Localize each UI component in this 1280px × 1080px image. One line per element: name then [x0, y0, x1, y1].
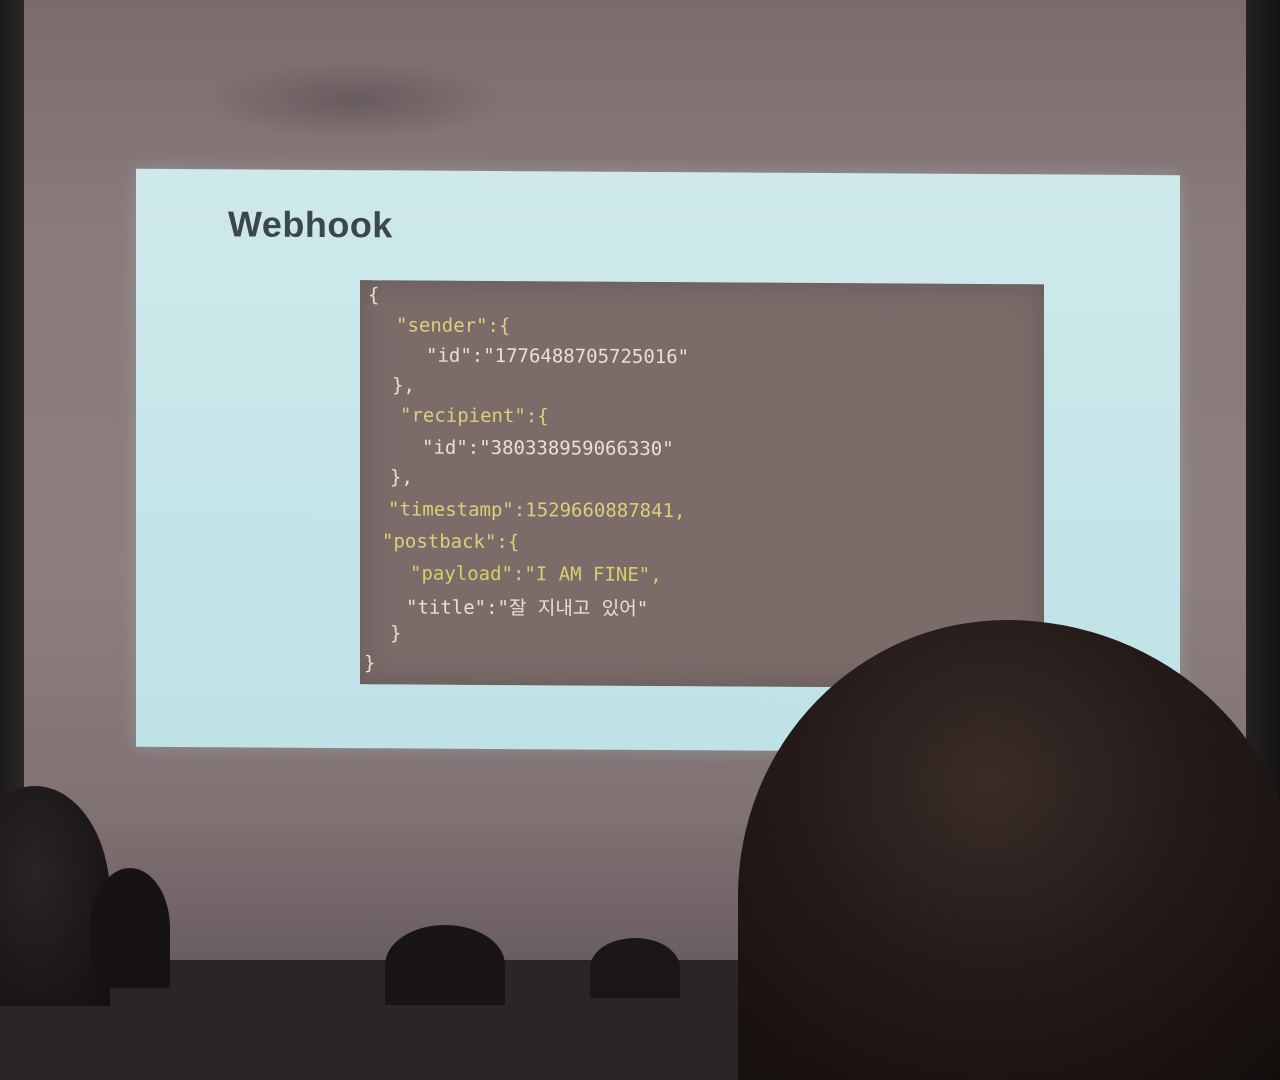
screen-shadow	[204, 60, 504, 140]
code-line: "postback":{	[382, 530, 520, 554]
code-line: }	[364, 652, 376, 675]
slide-title: Webhook	[228, 203, 393, 246]
code-line: "payload":"I AM FINE",	[410, 562, 662, 587]
code-line: "sender":{	[396, 314, 511, 338]
code-line: "id":"1776488705725016"	[426, 344, 690, 369]
audience-head-middle	[385, 925, 505, 1005]
code-line: "id":"380338959066330"	[422, 436, 674, 461]
code-line: },	[392, 374, 415, 397]
code-line: {	[368, 284, 380, 307]
code-line: "timestamp":1529660887841,	[388, 498, 686, 523]
code-line: "title":"잘 지내고 있어"	[406, 596, 649, 620]
code-line: "recipient":{	[400, 404, 549, 428]
audience-head-middle-2	[590, 938, 680, 998]
code-line: },	[390, 466, 413, 489]
code-line: }	[390, 622, 402, 645]
audience-head-left-2	[90, 868, 170, 988]
